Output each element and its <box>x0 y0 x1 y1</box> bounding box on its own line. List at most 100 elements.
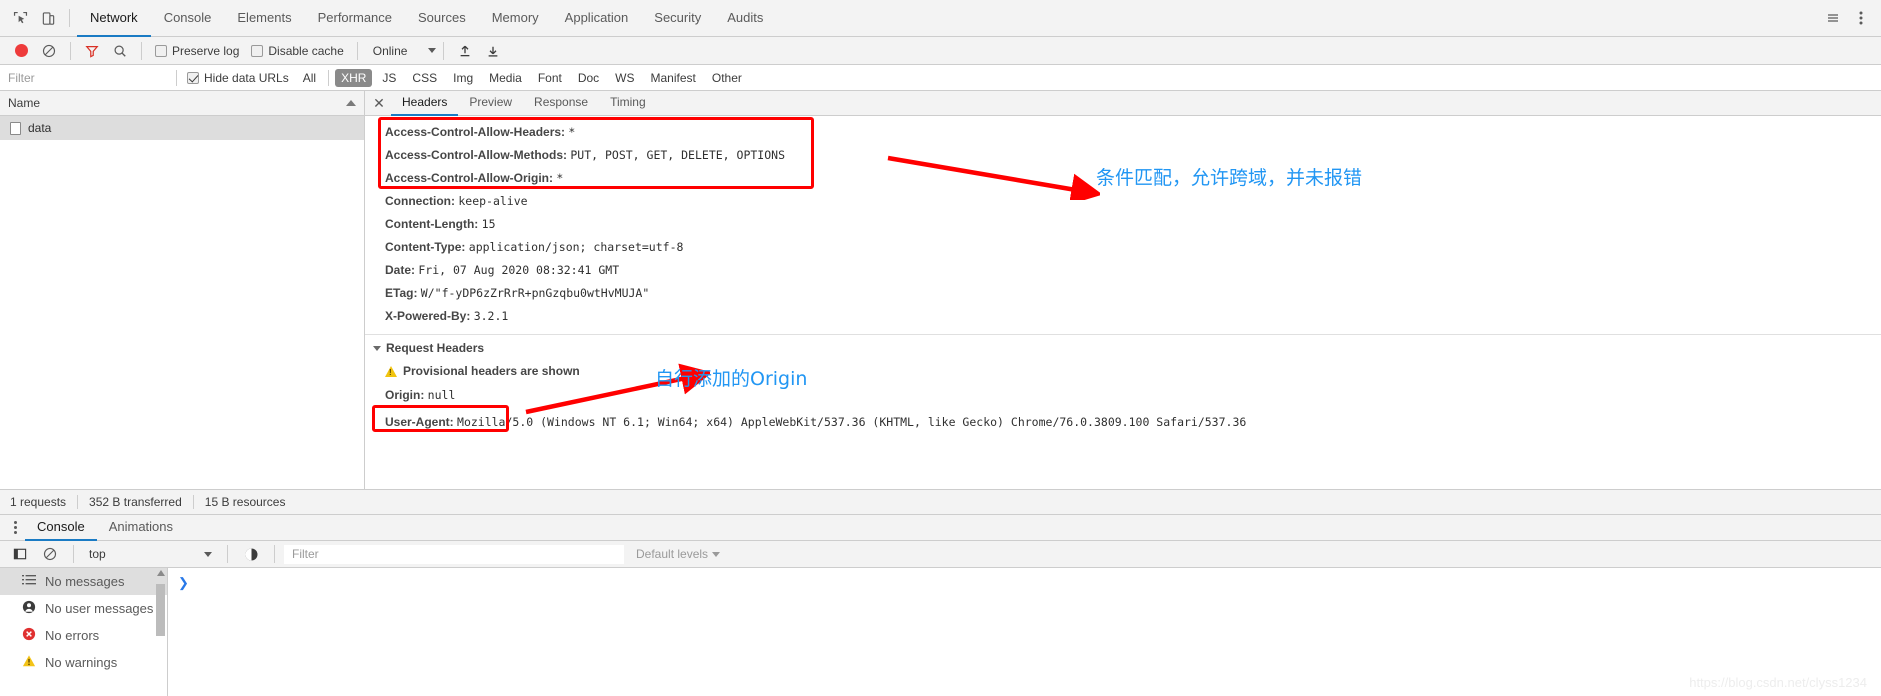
toggle-device-toolbar-icon[interactable] <box>34 4 62 32</box>
clear-console-icon[interactable] <box>36 540 64 568</box>
tab-security[interactable]: Security <box>641 0 714 37</box>
tab-application[interactable]: Application <box>552 0 642 37</box>
log-levels-select[interactable]: Default levels <box>626 547 730 561</box>
header-name: Access-Control-Allow-Origin: <box>385 171 554 185</box>
network-body: Name data ✕ Headers Preview Response Tim… <box>0 91 1881 490</box>
type-filter-doc[interactable]: Doc <box>572 69 605 87</box>
toolbar-divider <box>227 545 228 563</box>
drawer-menu-icon[interactable] <box>6 521 25 534</box>
inspect-element-icon[interactable] <box>6 4 34 32</box>
console-filter-input[interactable] <box>284 544 624 564</box>
header-row: Content-Length: 15 <box>365 213 1881 236</box>
header-value: null <box>427 388 456 402</box>
chevron-down-icon <box>428 48 437 53</box>
tab-sources[interactable]: Sources <box>405 0 479 37</box>
search-icon[interactable] <box>106 37 134 65</box>
tab-audits[interactable]: Audits <box>714 0 776 37</box>
filter-divider <box>328 69 330 86</box>
export-har-icon[interactable] <box>479 37 507 65</box>
execution-context-select[interactable]: top <box>83 547 218 561</box>
hide-data-urls-label: Hide data URLs <box>204 70 289 85</box>
header-name: Access-Control-Allow-Methods: <box>385 148 568 162</box>
preserve-log-checkbox[interactable]: Preserve log <box>155 44 239 58</box>
import-har-icon[interactable] <box>451 37 479 65</box>
header-name: User-Agent: <box>385 415 454 429</box>
header-row: Origin: null <box>365 382 1881 407</box>
request-count: 1 requests <box>10 495 67 509</box>
type-filter-xhr[interactable]: XHR <box>335 68 373 87</box>
checkbox-box <box>187 71 199 84</box>
toolbar-divider <box>69 9 70 27</box>
drawer-tab-console[interactable]: Console <box>25 515 97 541</box>
type-filter-manifest[interactable]: Manifest <box>645 69 702 87</box>
network-status-bar: 1 requests 352 B transferred 15 B resour… <box>0 490 1881 515</box>
tab-response[interactable]: Response <box>523 91 599 116</box>
tab-memory[interactable]: Memory <box>479 0 552 37</box>
drawer-tab-animations[interactable]: Animations <box>97 515 185 541</box>
sidebar-item-user-messages[interactable]: No user messages <box>0 595 167 622</box>
request-name: data <box>28 121 52 135</box>
tab-console[interactable]: Console <box>151 0 225 37</box>
header-name: Origin: <box>385 388 425 402</box>
checkbox-box <box>251 44 264 57</box>
console-body: No messages No user messages No errors N… <box>0 568 1881 696</box>
tab-performance[interactable]: Performance <box>305 0 405 37</box>
sidebar-item-label: No messages <box>45 574 125 589</box>
sidebar-item-errors[interactable]: No errors <box>0 622 167 649</box>
type-filter-all[interactable]: All <box>297 69 322 87</box>
warning-icon <box>385 365 397 377</box>
devtools-menu-icon[interactable] <box>1847 4 1875 32</box>
filter-icon[interactable] <box>78 37 106 65</box>
checkbox-box <box>155 44 167 57</box>
header-name: X-Powered-By: <box>385 309 471 323</box>
toolbar-divider <box>274 545 275 563</box>
throttling-value: Online <box>372 43 408 58</box>
disable-cache-checkbox[interactable]: Disable cache <box>251 43 344 58</box>
header-value: keep-alive <box>458 194 528 208</box>
clear-button[interactable] <box>35 37 63 65</box>
type-filter-other[interactable]: Other <box>706 69 748 87</box>
record-button[interactable] <box>7 37 35 65</box>
tab-network[interactable]: Network <box>77 0 151 37</box>
scroll-up-icon[interactable] <box>157 570 165 576</box>
type-filter-css[interactable]: CSS <box>406 69 443 87</box>
more-tabs-icon[interactable] <box>1819 4 1847 32</box>
console-output[interactable]: ❯ <box>168 568 1881 696</box>
watermark: https://blog.csdn.net/clyss1234 <box>1689 675 1867 690</box>
resources-size: 15 B resources <box>204 495 286 509</box>
request-list-header[interactable]: Name <box>0 91 364 116</box>
header-value: W/"f-yDP6zZrRrR+pnGzqbu0wtHvMUJA" <box>420 286 650 300</box>
toolbar-divider <box>356 41 358 60</box>
request-headers-section-title[interactable]: Request Headers <box>365 335 1881 360</box>
throttling-select[interactable]: Online <box>369 44 437 58</box>
live-expression-icon[interactable] <box>237 540 265 568</box>
section-label: Request Headers <box>386 341 485 355</box>
record-dot-icon <box>14 44 28 57</box>
table-row[interactable]: data <box>0 116 364 140</box>
request-list: Name data <box>0 91 365 489</box>
sidebar-item-messages[interactable]: No messages <box>0 568 167 595</box>
sidebar-scrollbar[interactable] <box>156 570 165 696</box>
close-icon[interactable]: ✕ <box>369 93 389 113</box>
detail-tabbar: ✕ Headers Preview Response Timing <box>365 91 1881 116</box>
type-filter-img[interactable]: Img <box>447 69 479 87</box>
tab-elements[interactable]: Elements <box>224 0 304 37</box>
type-filter-ws[interactable]: WS <box>609 69 640 87</box>
sort-ascending-icon <box>346 100 356 106</box>
type-filter-js[interactable]: JS <box>376 69 402 87</box>
scrollbar-thumb[interactable] <box>156 584 165 636</box>
tab-preview[interactable]: Preview <box>458 91 523 116</box>
toggle-console-sidebar-icon[interactable] <box>6 540 34 568</box>
search-input[interactable] <box>0 64 172 91</box>
tab-headers[interactable]: Headers <box>391 91 459 116</box>
hide-data-urls-checkbox[interactable]: Hide data URLs <box>187 71 289 85</box>
disable-cache-label: Disable cache <box>268 43 344 58</box>
sidebar-item-warnings[interactable]: No warnings <box>0 649 167 676</box>
panel-tabs: Network Console Elements Performance Sou… <box>77 0 776 37</box>
main-tabbar: Network Console Elements Performance Sou… <box>0 0 1881 37</box>
header-name: Date: <box>385 263 416 277</box>
type-filter-media[interactable]: Media <box>483 69 528 87</box>
execution-context-value: top <box>89 547 106 561</box>
tab-timing[interactable]: Timing <box>599 91 657 116</box>
type-filter-font[interactable]: Font <box>532 69 568 87</box>
